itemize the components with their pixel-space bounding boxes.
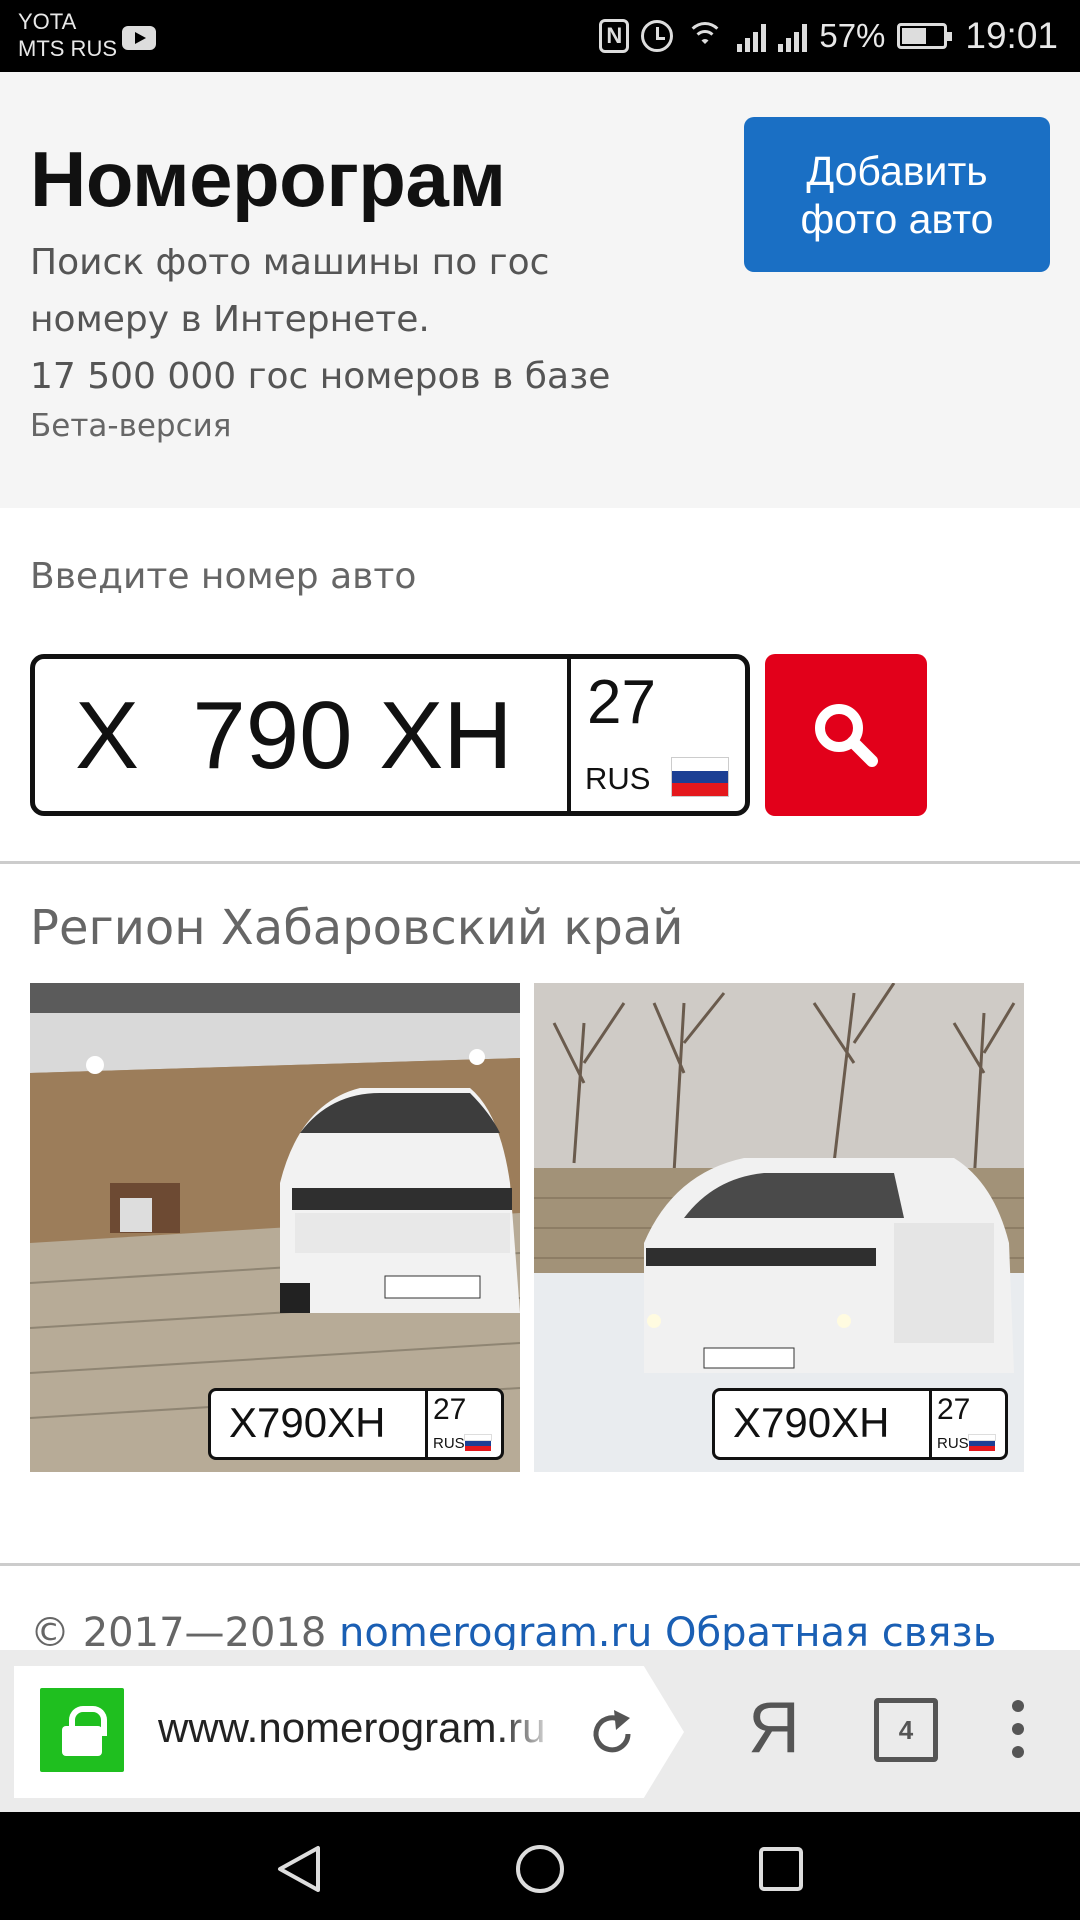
nfc-icon: N xyxy=(599,19,630,53)
carrier-labels: YOTA MTS RUS xyxy=(18,8,117,62)
photo-plate: X790XH 27 RUS xyxy=(208,1388,504,1460)
lock-icon[interactable] xyxy=(40,1688,124,1772)
back-triangle-icon[interactable] xyxy=(272,1842,326,1896)
site-title[interactable]: Номерограм xyxy=(30,134,506,225)
alarm-icon xyxy=(641,20,674,52)
menu-icon[interactable] xyxy=(1012,1700,1026,1769)
navigation-bar xyxy=(0,1812,1080,1920)
car-photo-garage[interactable]: X790XH 27 RUS xyxy=(30,983,520,1472)
plate-number-field[interactable]: X 790 XH xyxy=(75,681,513,791)
plate-region-field[interactable]: 27 xyxy=(587,667,656,738)
photo-plate-region: 27 xyxy=(433,1393,467,1426)
status-icons: N 57% 19:01 xyxy=(599,12,1058,60)
site-header: Номерограм Поиск фото машины по гос номе… xyxy=(0,72,1080,508)
search-label: Введите номер авто xyxy=(30,556,417,597)
photo-plate: X790XH 27 RUS xyxy=(712,1388,1008,1460)
plate-input[interactable]: X 790 XH 27 RUS xyxy=(30,654,750,816)
home-circle-icon[interactable] xyxy=(513,1842,567,1896)
wifi-icon xyxy=(685,20,725,52)
beta-label: Бета-версия xyxy=(30,408,232,444)
car-photo-street[interactable]: X790XH 27 RUS xyxy=(534,983,1024,1472)
battery-icon xyxy=(897,23,953,49)
photo-plate-number: X790XH xyxy=(229,1399,386,1446)
search-button[interactable] xyxy=(765,654,927,816)
site-description: Поиск фото машины по гос номеру в Интерн… xyxy=(30,234,670,405)
region-title: Регион Хабаровский край xyxy=(30,900,684,956)
description-line: Поиск фото машины по гос xyxy=(30,242,550,283)
battery-percent: 57% xyxy=(819,17,886,54)
photo-plate-divider xyxy=(425,1391,428,1457)
carrier-2: MTS RUS xyxy=(18,36,117,61)
signal-icon-1 xyxy=(737,20,767,52)
russia-flag-icon xyxy=(464,1433,492,1451)
add-button-line: фото авто xyxy=(800,195,994,242)
description-line: номеру в Интернете. xyxy=(30,299,430,340)
divider xyxy=(0,861,1080,864)
status-bar: YOTA MTS RUS N 57% 19:01 xyxy=(0,0,1080,72)
browser-toolbar: www.nomerogram.ru Я 4 xyxy=(0,1650,1080,1812)
url-text[interactable]: www.nomerogram.ru xyxy=(158,1704,558,1752)
photo-plate-divider xyxy=(929,1391,932,1457)
divider xyxy=(0,1563,1080,1566)
plate-divider xyxy=(567,659,571,811)
reload-icon[interactable] xyxy=(584,1706,640,1762)
recents-square-icon[interactable] xyxy=(754,1842,808,1896)
yandex-button[interactable]: Я xyxy=(748,1688,800,1768)
carrier-1: YOTA xyxy=(18,9,77,34)
add-button-line: Добавить xyxy=(806,147,988,194)
photo-plate-country: RUS xyxy=(433,1435,465,1452)
add-car-photo-button[interactable]: Добавить фото авто xyxy=(744,117,1050,272)
russia-flag-icon xyxy=(968,1433,996,1451)
description-line: 17 500 000 гос номеров в базе xyxy=(30,356,611,397)
russia-flag-icon xyxy=(671,757,729,797)
signal-icon-2 xyxy=(778,20,808,52)
photo-plate-number: X790XH xyxy=(733,1399,890,1446)
youtube-notification-icon xyxy=(122,26,156,50)
tabs-button[interactable]: 4 xyxy=(874,1698,938,1762)
photo-plate-country: RUS xyxy=(937,1435,969,1452)
plate-country: RUS xyxy=(585,761,651,796)
clock: 19:01 xyxy=(965,15,1058,56)
address-bar[interactable]: www.nomerogram.ru xyxy=(14,1666,684,1798)
photo-plate-region: 27 xyxy=(937,1393,971,1426)
magnifier-icon xyxy=(815,704,878,767)
